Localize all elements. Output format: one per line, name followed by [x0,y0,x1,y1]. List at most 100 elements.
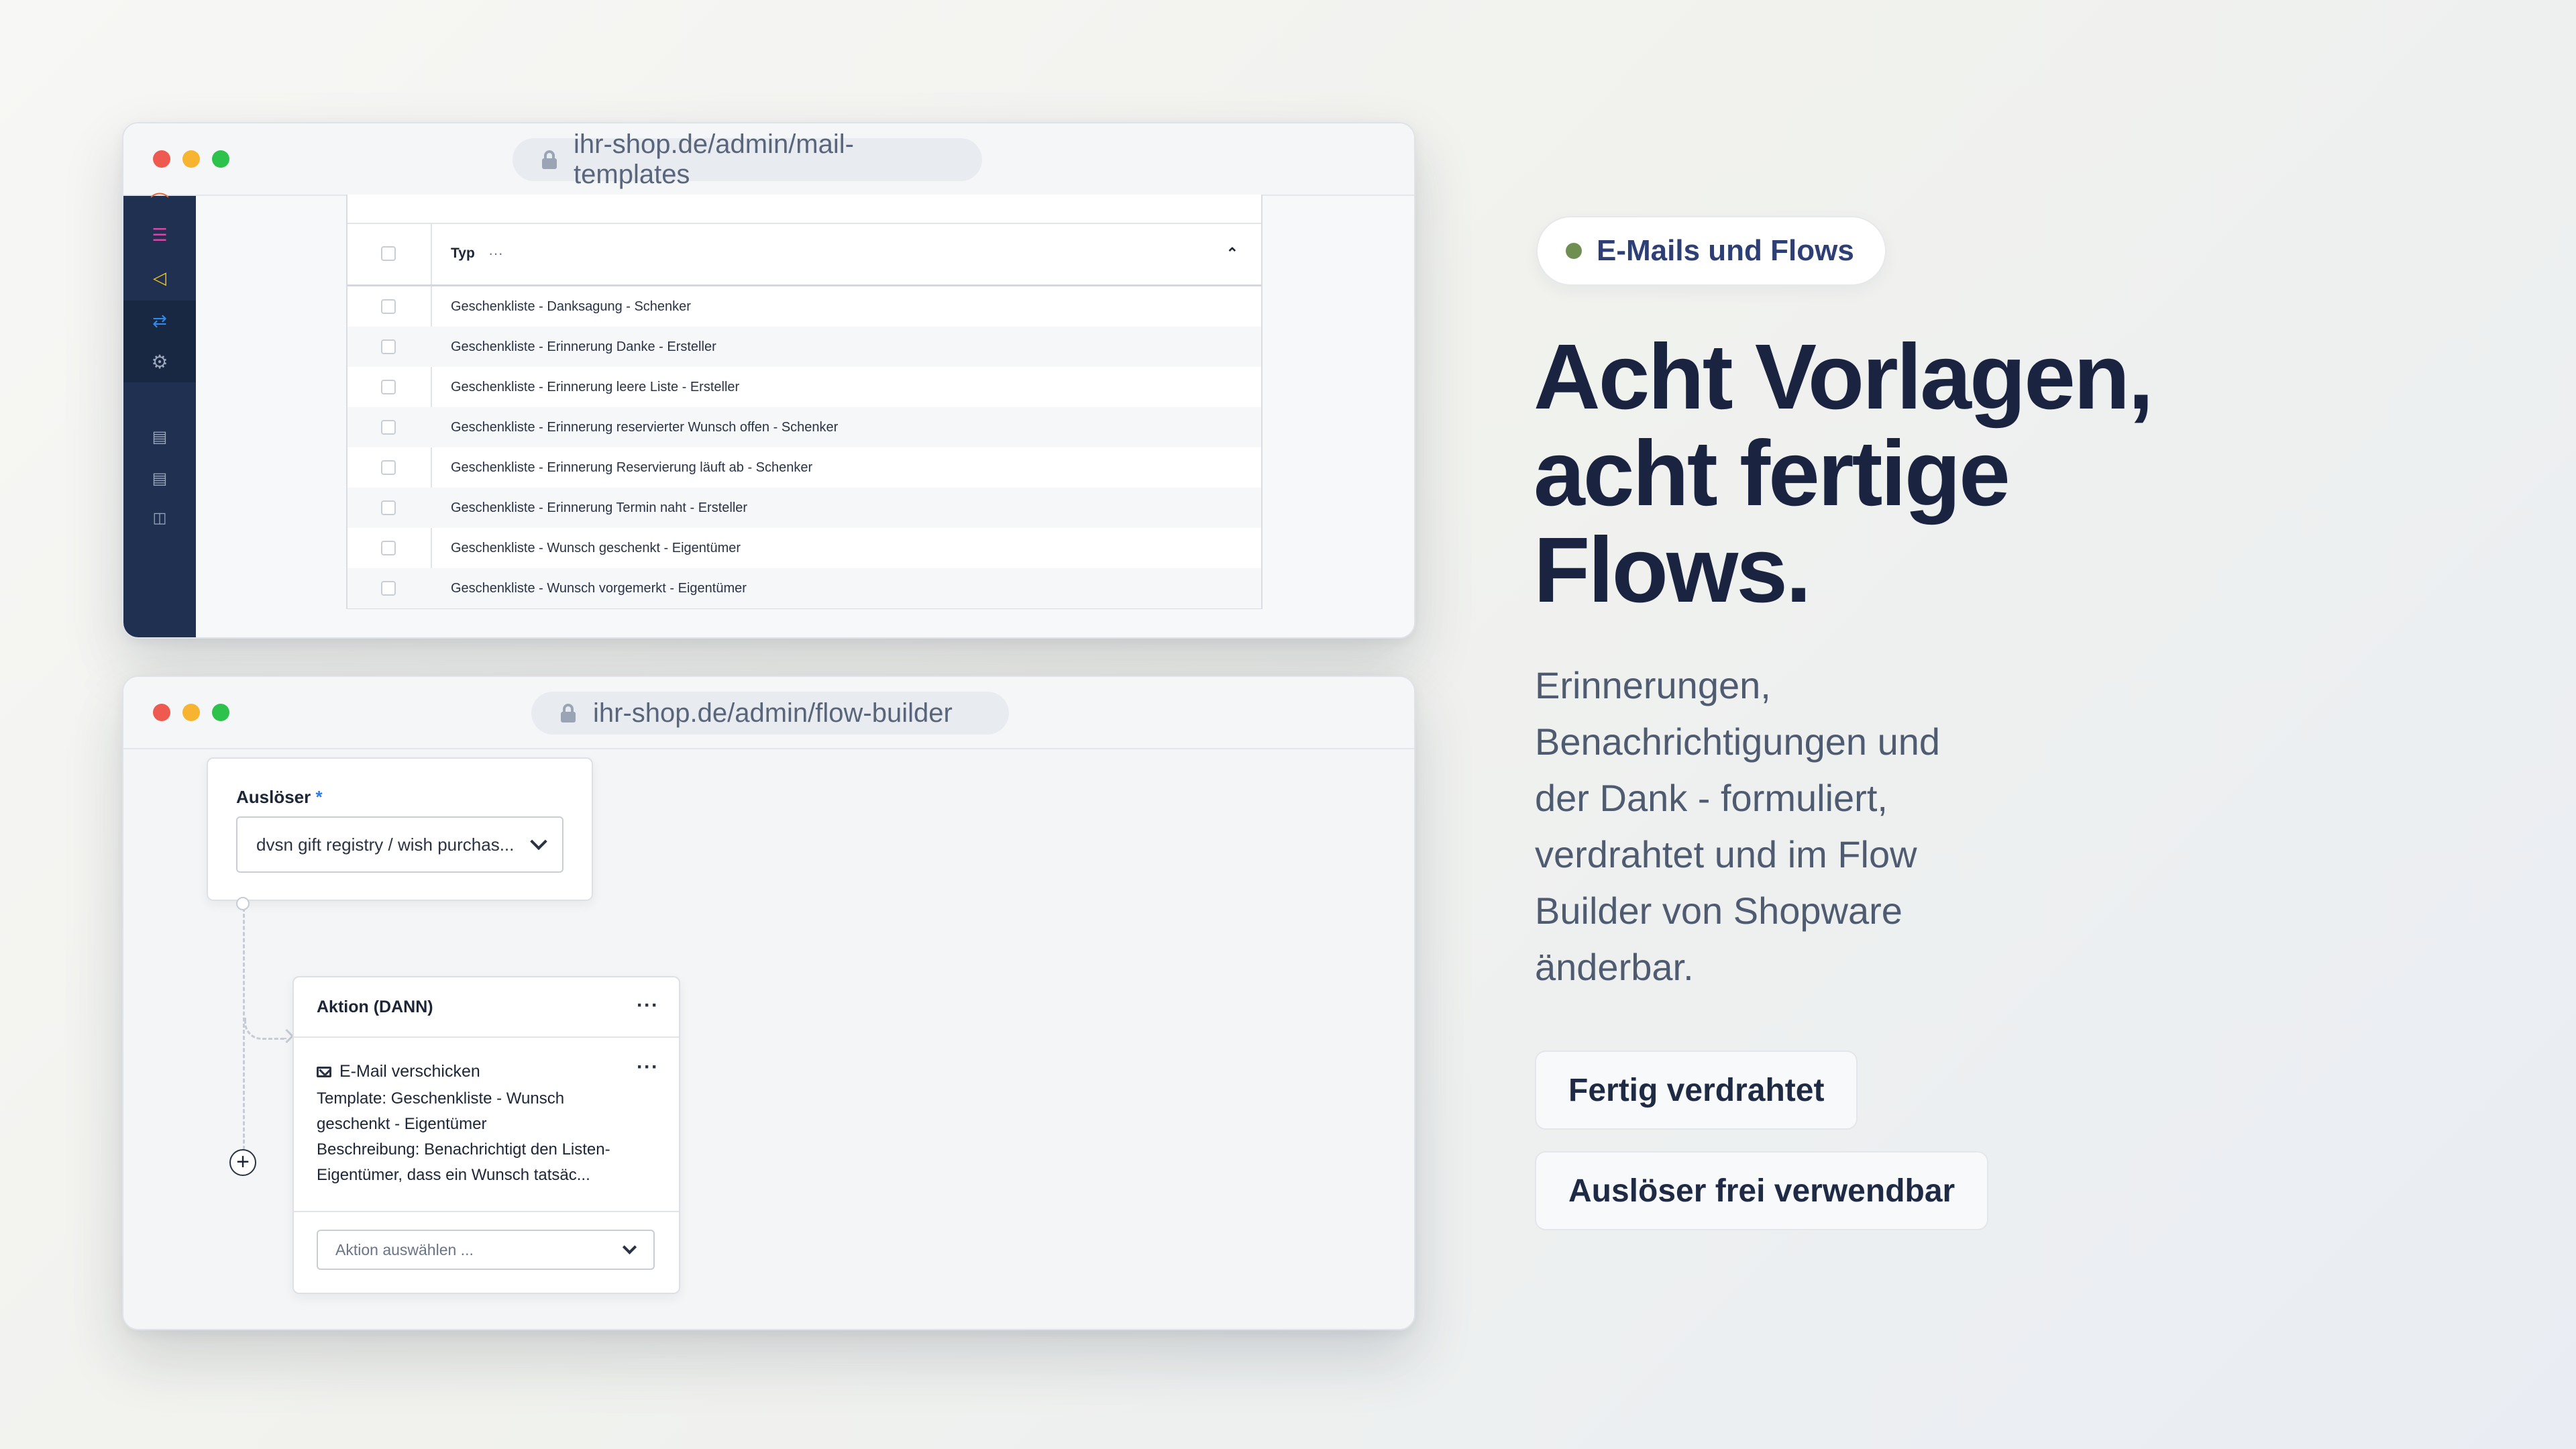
column-header-typ[interactable]: Typ [451,246,475,262]
section-badge: E-Mails und Flows [1536,216,1886,286]
flow-node-handle[interactable] [236,897,250,910]
basket-icon[interactable]: ◫ [150,508,169,527]
admin-sidebar: ⌒ ☰ ◁ ⇄ ⚙ ▤ ▤ ◫ [123,193,196,637]
action-description-line: Template: Geschenkliste - Wunsch [317,1089,565,1108]
row-type: Geschenkliste - Wunsch vorgemerkt - Eige… [451,580,747,596]
chevron-down-icon [530,833,547,851]
maximize-window-dot[interactable] [212,150,229,168]
lead-text: Erinnerungen, Benachrichtigungen und der… [1535,657,2045,996]
lead-text-line: Builder von Shopware [1535,890,1902,932]
table-row[interactable]: Geschenkliste - Erinnerung reservierter … [347,407,1261,447]
minimize-window-dot[interactable] [182,150,200,168]
table-row[interactable]: Geschenkliste - Wunsch geschenkt - Eigen… [347,528,1261,568]
lock-icon [542,150,557,169]
row-checkbox[interactable] [381,460,396,475]
trigger-label: Auslöser * [236,787,323,808]
sort-caret-icon[interactable]: ⌃ [1226,245,1238,262]
badge-dot-icon [1566,243,1582,259]
action-description-line: Eigentümer, dass ein Wunsch tatsäc... [317,1166,590,1184]
action-description-line: geschenkt - Eigentümer [317,1115,487,1133]
minimize-window-dot[interactable] [182,704,200,721]
mail-icon [317,1066,331,1077]
maximize-window-dot[interactable] [212,704,229,721]
lead-text-line: Benachrichtigungen und [1535,720,1941,763]
lock-icon [561,704,576,722]
action-card-title: Aktion (DANN) [317,998,433,1016]
row-type: Geschenkliste - Wunsch geschenkt - Eigen… [451,540,741,555]
trigger-select-value: dvsn gift registry / wish purchas... [256,834,515,855]
row-checkbox[interactable] [381,500,396,515]
table-row[interactable]: Geschenkliste - Erinnerung Termin naht -… [347,488,1261,528]
table-row[interactable]: Geschenkliste - Wunsch vorgemerkt - Eige… [347,568,1261,608]
section-badge-text: E-Mails und Flows [1597,234,1854,267]
mail-templates-content: Typ ··· ⌃ Geschenkliste - Danksagung - S… [196,195,1414,637]
users-icon[interactable]: ⌒ [150,193,169,212]
page-title: Acht Vorlagen, acht fertige Flows. [1534,329,2473,619]
lead-text-line: der Dank - formuliert, [1535,777,1888,819]
mail-templates-window: ihr-shop.de/admin/mail-templates ⌒ ☰ ◁ ⇄… [122,122,1415,639]
megaphone-icon[interactable]: ◁ [150,268,169,287]
trigger-select[interactable]: dvsn gift registry / wish purchas... [236,816,564,873]
row-type: Geschenkliste - Erinnerung Reservierung … [451,460,813,475]
list-icon[interactable]: ☰ [150,225,169,244]
action-card-more-icon[interactable]: ··· [637,996,659,1016]
table-toolbar [347,195,1261,224]
table-row[interactable]: Geschenkliste - Erinnerung leere Liste -… [347,367,1261,407]
table-row[interactable]: Geschenkliste - Erinnerung Danke - Erste… [347,327,1261,367]
feature-button-triggers[interactable]: Auslöser frei verwendbar [1535,1151,1989,1230]
lead-text-line: änderbar. [1535,946,1694,988]
row-checkbox[interactable] [381,339,396,354]
row-type: Geschenkliste - Erinnerung Termin naht -… [451,500,748,515]
row-type: Geschenkliste - Danksagung - Schenker [451,299,691,314]
flow-builder-window: ihr-shop.de/admin/flow-builder Auslöser … [122,676,1415,1330]
flow-connector-line [243,908,245,1156]
row-checkbox[interactable] [381,299,396,314]
chevron-down-icon [622,1240,637,1254]
close-window-dot[interactable] [153,150,170,168]
action-divider [294,1211,679,1212]
feature-button-wired[interactable]: Fertig verdrahtet [1535,1051,1858,1130]
store-icon[interactable]: ▤ [150,470,169,488]
required-mark: * [315,787,323,807]
table-row[interactable]: Geschenkliste - Danksagung - Schenker [347,286,1261,327]
column-options-icon[interactable]: ··· [488,245,503,262]
store-icon[interactable]: ▤ [150,428,169,447]
action-description: Template: Geschenkliste - Wunsch geschen… [317,1086,659,1188]
send-mail-label: E-Mail verschicken [339,1062,480,1081]
row-checkbox[interactable] [381,420,396,435]
action-card: Aktion (DANN) ··· E-Mail verschicken ···… [292,976,680,1294]
page-title-line: acht fertige [1534,422,2010,525]
trigger-card: Auslöser * dvsn gift registry / wish pur… [207,757,593,901]
page-title-line: Flows. [1534,519,1811,622]
send-mail-action[interactable]: E-Mail verschicken [317,1062,480,1081]
row-type: Geschenkliste - Erinnerung Danke - Erste… [451,339,716,354]
address-url: ihr-shop.de/admin/mail-templates [574,129,854,189]
add-sequence-button[interactable]: + [229,1149,256,1176]
action-select-placeholder: Aktion auswählen ... [335,1240,474,1258]
row-checkbox[interactable] [381,380,396,394]
flow-canvas: Auslöser * dvsn gift registry / wish pur… [123,749,1414,1329]
row-checkbox[interactable] [381,541,396,555]
address-bar[interactable]: ihr-shop.de/admin/mail-templates [513,129,982,189]
flow-icon[interactable]: ⇄ [150,311,169,330]
address-url: ihr-shop.de/admin/flow-builder [593,698,953,728]
window-titlebar: ihr-shop.de/admin/flow-builder [123,677,1414,749]
window-titlebar: ihr-shop.de/admin/mail-templates [123,123,1414,196]
action-more-icon[interactable]: ··· [637,1057,659,1077]
page-title-line: Acht Vorlagen, [1534,325,2154,429]
action-select[interactable]: Aktion auswählen ... [317,1230,655,1270]
table-header: Typ ··· ⌃ [347,223,1261,286]
select-all-checkbox[interactable] [381,246,396,261]
lead-text-line: verdrahtet und im Flow [1535,833,1917,875]
row-checkbox[interactable] [381,581,396,596]
row-type: Geschenkliste - Erinnerung leere Liste -… [451,379,740,394]
action-card-header: Aktion (DANN) ··· [294,977,679,1038]
close-window-dot[interactable] [153,704,170,721]
lead-text-line: Erinnerungen, [1535,664,1771,706]
table-row[interactable]: Geschenkliste - Erinnerung Reservierung … [347,447,1261,488]
row-type: Geschenkliste - Erinnerung reservierter … [451,419,839,435]
gear-icon[interactable]: ⚙ [150,353,169,372]
address-bar[interactable]: ihr-shop.de/admin/flow-builder [531,692,1009,735]
trigger-label-text: Auslöser [236,787,311,807]
action-description-line: Beschreibung: Benachrichtigt den Listen- [317,1140,610,1159]
